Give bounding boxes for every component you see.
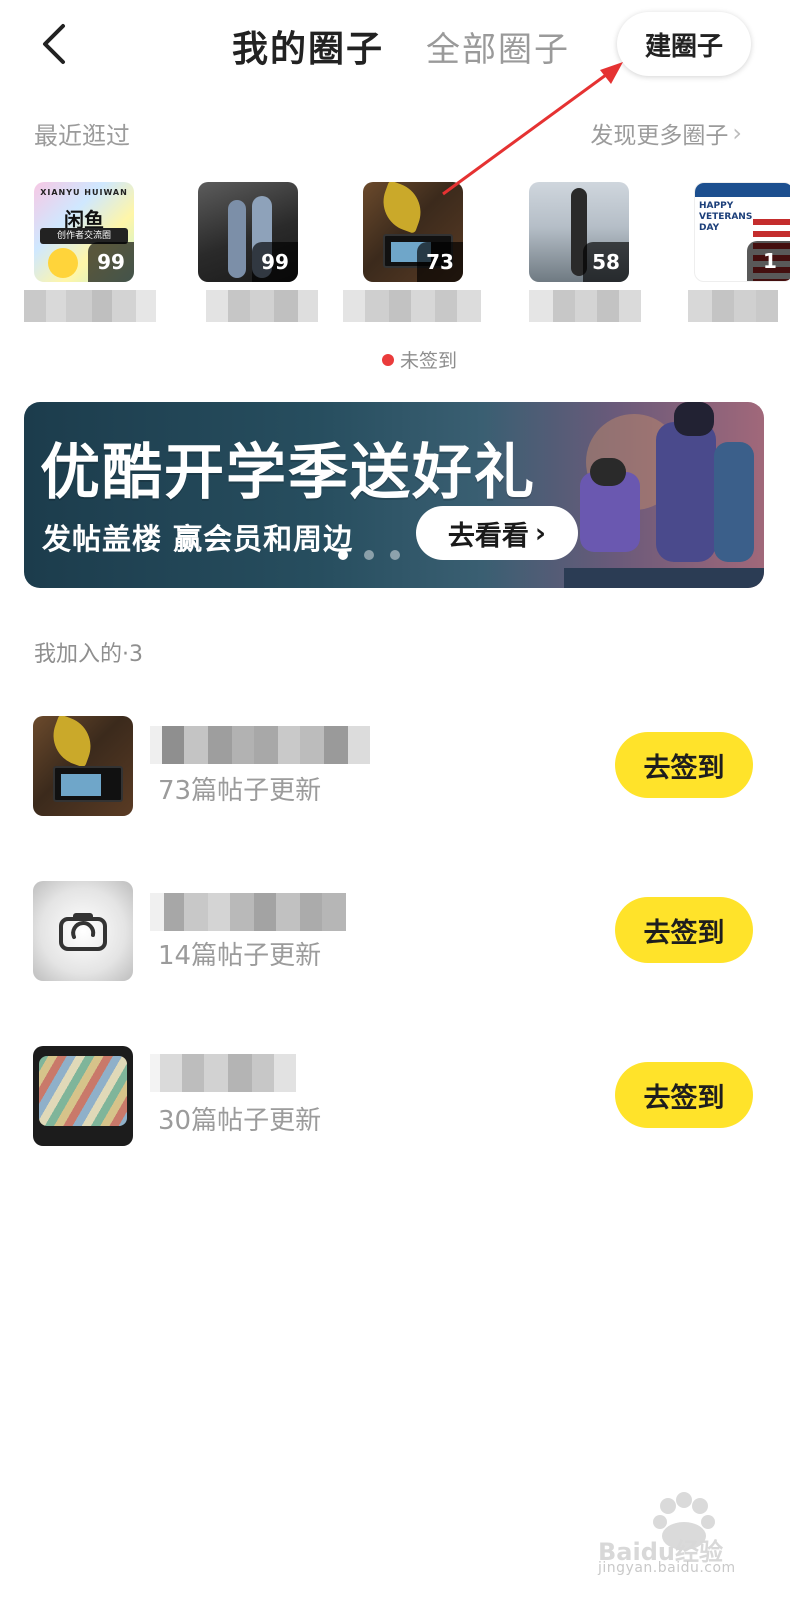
recent-circle-item[interactable]: HAPPY VETERANS DAY 1	[674, 182, 790, 352]
circle-thumbnail: 99	[198, 182, 298, 282]
carousel-dot[interactable]	[364, 550, 374, 560]
post-update-count: 14篇帖子更新	[158, 941, 322, 971]
banner-subline: 发帖盖楼 赢会员和周边	[42, 522, 354, 556]
recent-circle-item[interactable]: 73	[343, 182, 483, 352]
leaf-shape	[45, 716, 99, 768]
blurred-circle-name	[24, 290, 156, 322]
circle-thumbnail[interactable]	[33, 881, 133, 981]
post-update-count: 30篇帖子更新	[158, 1106, 322, 1136]
chevron-right-icon: ›	[534, 517, 547, 549]
carousel-dot[interactable]	[338, 550, 348, 560]
blurred-circle-name	[343, 290, 481, 322]
thumb-header-bar	[695, 183, 790, 197]
circle-thumbnail: HAPPY VETERANS DAY 1	[694, 182, 790, 282]
tablet-device	[53, 766, 123, 802]
carousel-dot[interactable]	[390, 550, 400, 560]
check-in-button[interactable]: 去签到	[615, 1062, 753, 1128]
joined-section-title: 我加入的·3	[34, 642, 143, 667]
blurred-circle-name	[150, 1054, 296, 1092]
discover-more-link[interactable]: 发现更多圈子 ›	[590, 116, 742, 150]
joined-circle-row[interactable]: 14篇帖子更新 去签到	[0, 881, 790, 991]
thumb-logo-arc-text: XIANYU HUIWAN	[40, 188, 128, 197]
game-characters-illustration	[564, 402, 764, 588]
banknote-fan	[39, 1056, 127, 1126]
top-bar: 我的圈子 全部圈子 建圈子	[0, 0, 790, 100]
post-count-badge: 58	[583, 242, 629, 282]
check-in-button[interactable]: 去签到	[615, 732, 753, 798]
promo-banner[interactable]: 优酷开学季送好礼 发帖盖楼 赢会员和周边 去看看 ›	[24, 402, 764, 588]
circle-thumbnail[interactable]	[33, 1046, 133, 1146]
check-in-button[interactable]: 去签到	[615, 897, 753, 963]
recent-circle-item[interactable]: 99	[178, 182, 318, 352]
post-count-badge: 99	[252, 242, 298, 282]
tab-all-circles[interactable]: 全部圈子	[426, 22, 570, 71]
post-count-badge: 99	[88, 242, 134, 282]
circle-thumbnail: 73	[363, 182, 463, 282]
mascot-icon	[48, 248, 78, 278]
unsigned-status: 未签到	[382, 346, 457, 373]
red-dot-icon	[382, 353, 394, 366]
create-circle-button[interactable]: 建圈子	[617, 12, 751, 76]
carousel-indicator	[338, 550, 400, 560]
recent-section-title: 最近逛过	[34, 122, 130, 150]
banner-cta-label: 去看看	[447, 520, 529, 552]
blurred-circle-name	[206, 290, 318, 322]
discover-more-label: 发现更多圈子	[590, 123, 729, 149]
leaf-shape	[375, 182, 429, 234]
blurred-circle-name	[150, 726, 370, 764]
circle-thumbnail[interactable]	[33, 716, 133, 816]
circle-thumbnail: XIANYU HUIWAN 闲鱼 创作者交流圈 99	[34, 182, 134, 282]
watermark-url: jingyan.baidu.com	[598, 1560, 736, 1576]
recent-circles-list: XIANYU HUIWAN 闲鱼 创作者交流圈 99 99 73 58 HAPP…	[0, 182, 790, 362]
thumb-caption: HAPPY VETERANS DAY	[699, 201, 753, 233]
back-button[interactable]	[30, 16, 78, 72]
person-silhouette	[228, 200, 246, 278]
joined-circle-row[interactable]: 30篇帖子更新 去签到	[0, 1046, 790, 1156]
joined-circle-row[interactable]: 73篇帖子更新 去签到	[0, 716, 790, 826]
recent-circle-item[interactable]: 58	[509, 182, 649, 352]
blurred-circle-name	[529, 290, 641, 322]
post-update-count: 73篇帖子更新	[158, 776, 322, 806]
post-count-badge: 73	[417, 242, 463, 282]
camera-icon	[59, 913, 107, 951]
banner-cta-button[interactable]: 去看看 ›	[416, 506, 578, 560]
tab-my-circles[interactable]: 我的圈子	[232, 20, 384, 72]
recent-circle-item[interactable]: XIANYU HUIWAN 闲鱼 创作者交流圈 99	[14, 182, 156, 352]
circle-thumbnail: 58	[529, 182, 629, 282]
blurred-circle-name	[150, 893, 346, 931]
chevron-left-icon	[43, 24, 65, 64]
banner-headline: 优酷开学季送好礼	[40, 438, 536, 508]
chevron-right-icon: ›	[732, 119, 742, 147]
blurred-circle-name	[688, 290, 778, 322]
unsigned-status-label: 未签到	[400, 350, 458, 372]
post-count-badge: 1	[747, 241, 790, 281]
